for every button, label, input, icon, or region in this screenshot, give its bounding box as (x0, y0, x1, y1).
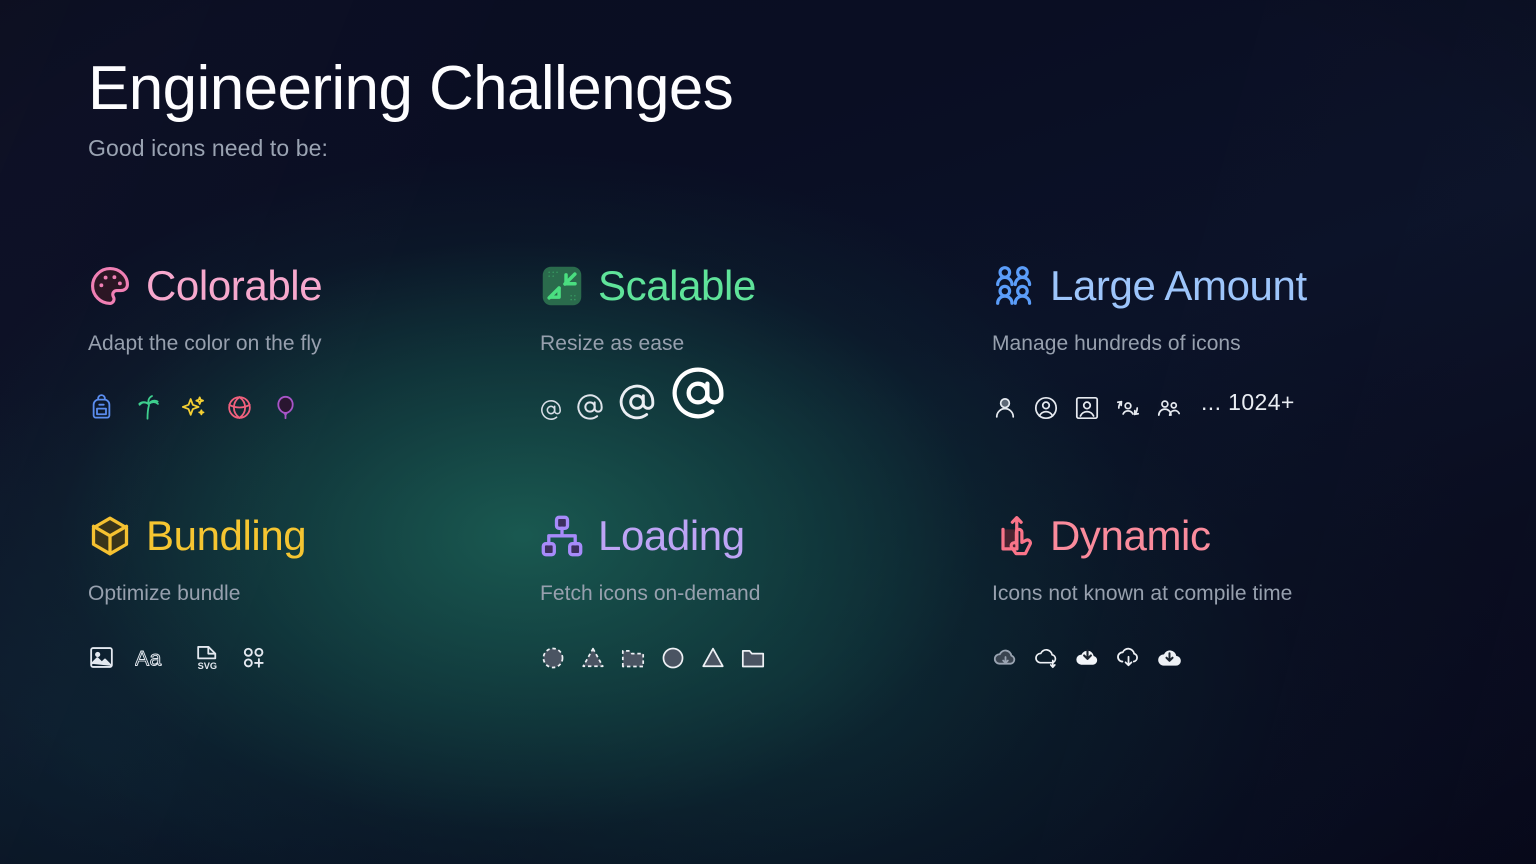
card-description-loading: Fetch icons on-demand (540, 582, 761, 605)
svg-text:Aa: Aa (135, 647, 162, 670)
triangle-dashed-icon (580, 645, 606, 671)
card-description-colorable: Adapt the color on the fly (88, 332, 322, 355)
user-icon (992, 395, 1018, 421)
card-colorable: Colorable Adapt the color on the fly (88, 258, 540, 508)
card-header-large-amount: Large Amount (992, 258, 1458, 314)
box-3d-icon (88, 514, 132, 558)
svg-text:SVG: SVG (198, 661, 217, 671)
card-title-bundling: Bundling (146, 512, 307, 559)
card-title-loading: Loading (598, 512, 745, 559)
card-header-bundling: Bundling (88, 508, 540, 564)
card-header-scalable: Scalable (540, 258, 992, 314)
swipe-up-hand-icon (992, 514, 1036, 558)
icon-count-label: ... 1024+ (1201, 389, 1295, 415)
card-title-large-amount: Large Amount (1050, 262, 1307, 309)
user-square-icon (1074, 395, 1100, 421)
card-loading: Loading Fetch icons on-demand (540, 508, 992, 758)
balloon-icon (272, 394, 299, 421)
sample-icon-row-scalable (540, 367, 992, 421)
feature-grid: Colorable Adapt the color on the fly Sca… (88, 258, 1458, 758)
sparkles-icon (180, 394, 207, 421)
palette-icon (88, 264, 132, 308)
card-header-loading: Loading (540, 508, 992, 564)
cloud-download-outline-icon (1115, 644, 1142, 671)
sample-icon-row-loading (540, 623, 992, 671)
sample-icon-row-large-amount: ... 1024+ (992, 373, 1458, 421)
user-sync-icon (1115, 395, 1141, 421)
palm-tree-icon (134, 394, 161, 421)
typography-aa-icon: Aa (135, 645, 173, 671)
card-title-colorable: Colorable (146, 262, 323, 309)
folder-dashed-icon (620, 645, 646, 671)
at-sign-icon-md (618, 383, 656, 421)
cloud-download-filled-icon (1074, 644, 1101, 671)
beach-ball-icon (226, 394, 253, 421)
sample-icon-row-bundling: Aa SVG (88, 623, 540, 671)
sample-icon-row-dynamic (992, 623, 1458, 671)
at-sign-icon-sm (576, 393, 604, 421)
at-sign-icon-lg (670, 365, 726, 421)
image-icon (88, 644, 115, 671)
card-scalable: Scalable Resize as ease (540, 258, 992, 508)
users-group-icon (992, 264, 1036, 308)
card-description-bundling: Optimize bundle (88, 582, 241, 605)
card-large-amount: Large Amount Manage hundreds of icons ..… (992, 258, 1458, 508)
svg-file-icon: SVG (193, 644, 220, 671)
card-description-dynamic: Icons not known at compile time (992, 582, 1293, 605)
sitemap-icon (540, 514, 584, 558)
user-circle-icon (1033, 395, 1059, 421)
cloud-download-solid-icon (1156, 644, 1183, 671)
cloud-download-dim-icon (992, 644, 1019, 671)
circle-outline-icon (660, 645, 686, 671)
card-dynamic: Dynamic Icons not known at compile time (992, 508, 1458, 758)
users-two-icon (1156, 395, 1182, 421)
card-description-scalable: Resize as ease (540, 332, 685, 355)
shrink-arrows-icon (540, 264, 584, 308)
card-bundling: Bundling Optimize bundle Aa SVG (88, 508, 540, 758)
card-title-scalable: Scalable (598, 262, 756, 309)
slide-content: Engineering Challenges Good icons need t… (0, 0, 1536, 864)
triangle-outline-icon (700, 645, 726, 671)
card-header-colorable: Colorable (88, 258, 540, 314)
card-description-large-amount: Manage hundreds of icons (992, 332, 1241, 355)
header: Engineering Challenges Good icons need t… (88, 54, 734, 162)
page-subtitle: Good icons need to be: (88, 134, 329, 161)
circle-dashed-icon (540, 645, 566, 671)
sample-icon-row-colorable (88, 373, 540, 421)
backpack-icon (88, 394, 115, 421)
add-dots-icon (240, 644, 267, 671)
card-header-dynamic: Dynamic (992, 508, 1458, 564)
card-title-dynamic: Dynamic (1050, 512, 1211, 559)
folder-outline-icon (740, 645, 766, 671)
cloud-download-thin-icon (1033, 644, 1060, 671)
at-sign-icon-xs (540, 399, 562, 421)
page-title: Engineering Challenges (88, 54, 734, 123)
